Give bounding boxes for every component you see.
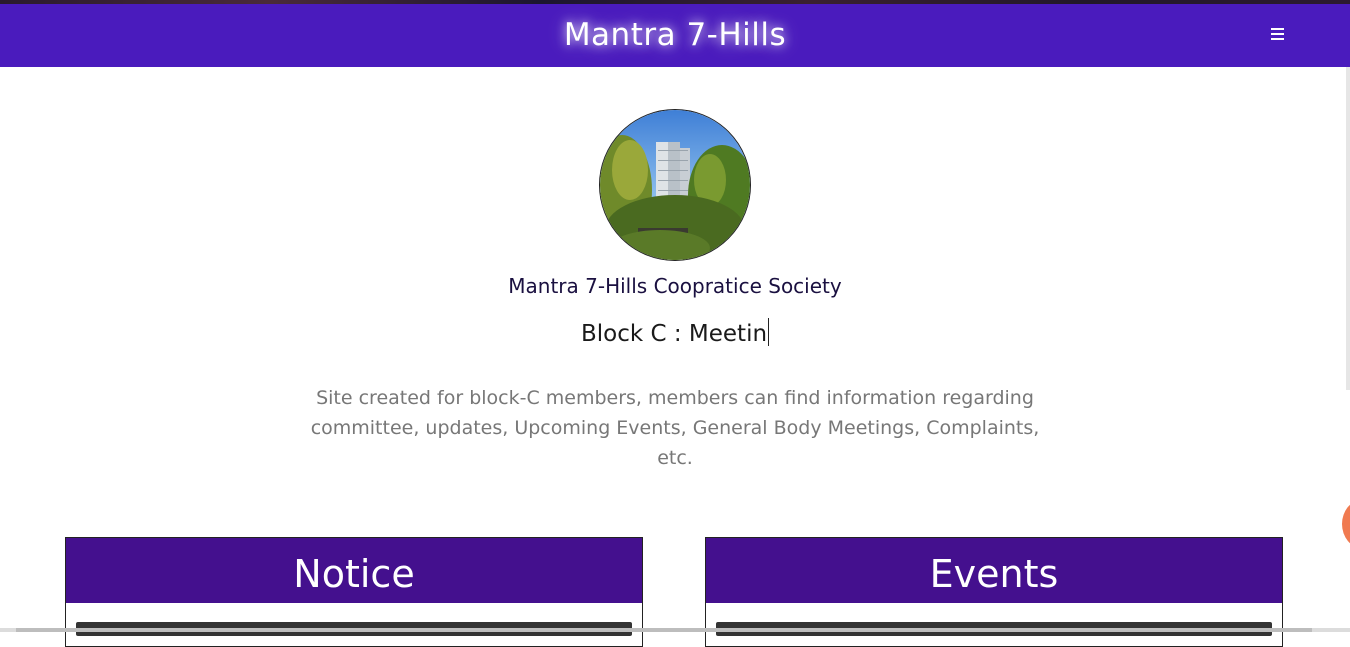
society-avatar (599, 109, 751, 261)
society-name: Mantra 7-Hills Coopratice Society (508, 274, 842, 298)
notice-card-title: Notice (66, 538, 642, 603)
brand-title[interactable]: Mantra 7-Hills (0, 4, 1350, 67)
tower-building-photo (600, 110, 750, 260)
horizontal-scrollbar[interactable] (0, 628, 1350, 632)
typewriter-heading: Block C : Meetin (0, 318, 1350, 347)
hamburger-menu-icon[interactable] (1271, 28, 1285, 42)
chat-widget-button[interactable] (1342, 500, 1350, 548)
navbar: Mantra 7-Hills (0, 4, 1350, 67)
horizontal-scrollbar-thumb[interactable] (16, 628, 1312, 632)
site-description: Site created for block-C members, member… (310, 387, 1040, 469)
text-cursor (768, 318, 770, 346)
events-card-title: Events (706, 538, 1282, 603)
typewriter-text: Block C : Meetin (580, 321, 768, 347)
